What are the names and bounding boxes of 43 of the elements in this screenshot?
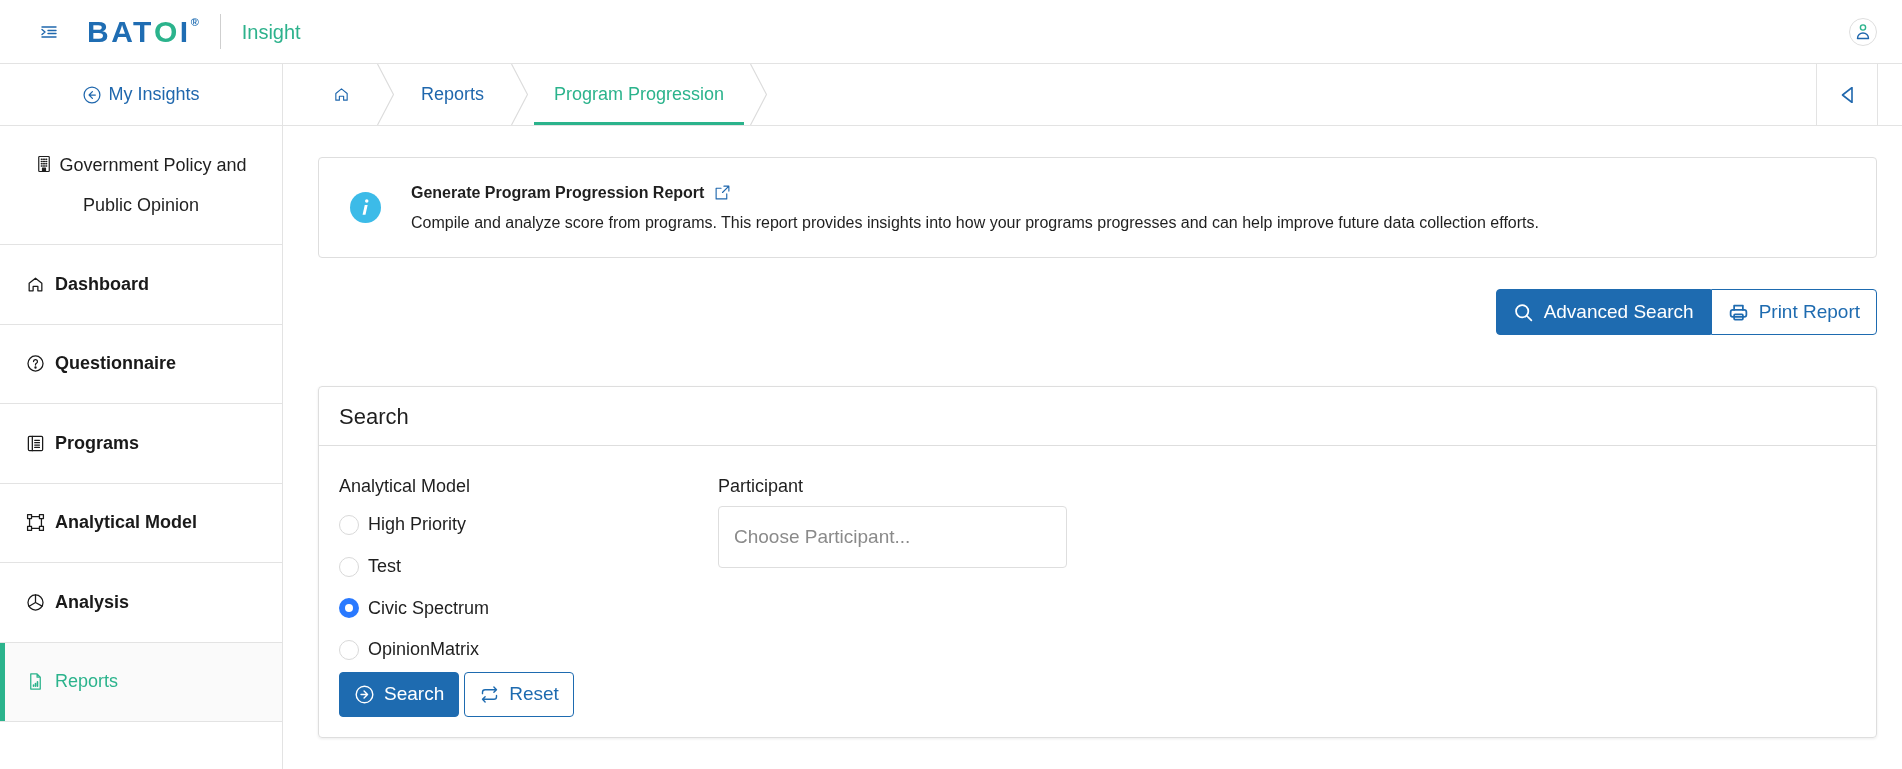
collapse-button[interactable] xyxy=(1816,64,1878,125)
action-button[interactable]: Print Report xyxy=(1710,289,1877,335)
app-name: Insight xyxy=(241,19,301,45)
radio-button[interactable] xyxy=(339,639,359,660)
sidebar-item[interactable]: Questionnaire xyxy=(0,324,282,404)
info-description: Compile and analyze score from programs. This report provides insights into how your programs progresses and can help improve future data collection efforts. xyxy=(411,212,1539,233)
sidebar-item[interactable]: Analytical Model xyxy=(0,483,282,563)
nodes-icon xyxy=(26,513,45,533)
radio-button[interactable] xyxy=(339,514,359,535)
info-icon xyxy=(350,192,381,223)
sidebar-item[interactable]: Analysis xyxy=(0,563,282,643)
menu-icon[interactable] xyxy=(41,25,57,38)
house-icon xyxy=(26,274,45,294)
info-title: Generate Program Progression Report xyxy=(411,182,705,203)
external-link-icon[interactable] xyxy=(714,184,732,201)
radio-label[interactable]: OpinionMatrix xyxy=(368,636,480,664)
radio-button[interactable] xyxy=(339,598,359,619)
list-icon xyxy=(26,433,45,453)
organization-name: Government Policy and Public Opinion xyxy=(59,155,247,215)
field-label: Analytical Model xyxy=(339,476,472,496)
form-button[interactable]: Search xyxy=(339,671,460,717)
question-circle-icon xyxy=(26,354,45,374)
breadcrumb-item[interactable]: Reports xyxy=(394,64,512,125)
user-avatar-icon[interactable] xyxy=(1849,17,1877,46)
form-button[interactable]: Reset xyxy=(464,671,574,717)
radio-label[interactable]: Civic Spectrum xyxy=(368,594,490,622)
home-icon xyxy=(333,86,350,103)
my-insights-link[interactable]: My Insights xyxy=(82,81,200,108)
pie-chart-icon xyxy=(26,592,45,612)
sidebar-item[interactable]: Programs xyxy=(0,404,282,484)
sidebar-item[interactable]: Dashboard xyxy=(0,245,282,325)
arrow-right-circle-icon xyxy=(354,683,375,705)
participant-select[interactable]: Choose Participant... xyxy=(718,506,1067,568)
radio-label[interactable]: Test xyxy=(368,553,401,581)
logo: BATOI® xyxy=(87,16,199,47)
triangle-left-icon xyxy=(1840,86,1854,103)
action-button[interactable]: Advanced Search xyxy=(1495,289,1711,335)
radio-label[interactable]: High Priority xyxy=(368,511,467,539)
field-label: Participant xyxy=(718,476,805,496)
arrow-left-circle-icon xyxy=(82,84,103,105)
radio-button[interactable] xyxy=(339,556,359,577)
panel-title: Search xyxy=(339,402,409,431)
search-icon xyxy=(1512,301,1534,323)
